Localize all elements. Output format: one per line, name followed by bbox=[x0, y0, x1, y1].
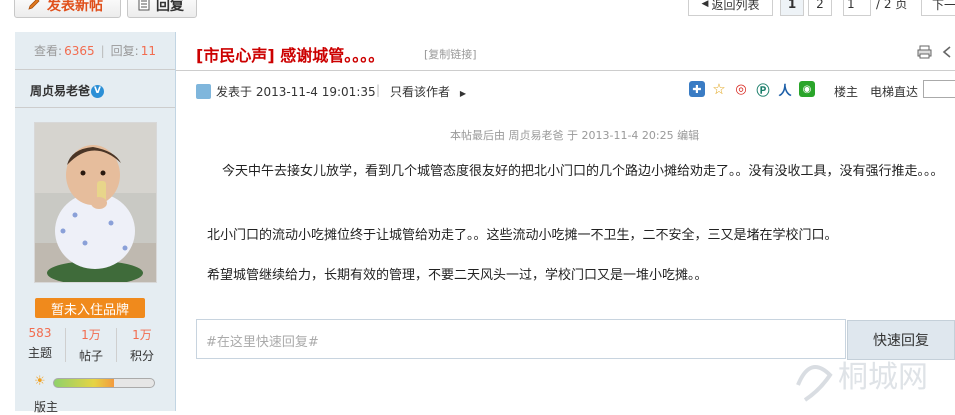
divider bbox=[176, 70, 955, 71]
verified-icon: V bbox=[91, 85, 105, 98]
post-paragraph: 今天中午去接女儿放学，看到几个城管态度很友好的把北小门口的几个路边小摊给劝走了。… bbox=[222, 164, 944, 179]
new-post-label: 发表新帖 bbox=[47, 0, 103, 14]
post-paragraph: 希望城管继续给力，长期有效的管理，不要二天风头一过，学校门口又是一堆小吃摊。。 bbox=[207, 268, 708, 283]
reply-button[interactable]: 回复 bbox=[127, 0, 197, 18]
quick-reply-input[interactable]: #在这里快速回复# bbox=[196, 319, 846, 359]
avatar-icon bbox=[35, 123, 156, 285]
renren-icon[interactable]: 人 bbox=[777, 81, 793, 99]
replies-count: 11 bbox=[140, 43, 156, 58]
wechat-icon[interactable]: ◉ bbox=[799, 81, 815, 97]
edit-note: 本帖最后由 周贞易老爸 于 2013-11-4 20:25 编辑 bbox=[450, 129, 700, 142]
elevator-input[interactable] bbox=[923, 80, 955, 98]
prev-icon[interactable] bbox=[940, 45, 954, 62]
quick-reply-placeholder: #在这里快速回复# bbox=[206, 335, 319, 350]
next-page-button[interactable]: 下一 bbox=[921, 0, 955, 16]
elevator-label: 电梯直达 bbox=[870, 85, 919, 99]
points-stat[interactable]: 1万 积分 bbox=[117, 326, 167, 364]
star-icon[interactable]: ☆ bbox=[711, 80, 727, 98]
divider bbox=[15, 69, 175, 70]
pencil-icon bbox=[27, 0, 41, 14]
views-count: 6365 bbox=[64, 43, 95, 58]
page-2-link[interactable]: 2 bbox=[808, 0, 832, 16]
post-paragraph: 北小门口的流动小吃摊位终于让城管给劝走了。。这些流动小吃摊一不卫生，二不安全，三… bbox=[207, 228, 838, 243]
back-arrow-icon: ◀ bbox=[701, 0, 709, 9]
page-1-link[interactable]: 1 bbox=[780, 0, 804, 16]
thread-stats: 查看: 6365 | 回复: 11 bbox=[34, 43, 156, 59]
avatar[interactable] bbox=[34, 122, 157, 285]
author-sidebar: 查看: 6365 | 回复: 11 周贞易老爸V 暂未入住品牌 583 主题 bbox=[15, 32, 176, 414]
weibo-icon[interactable]: ◎ bbox=[733, 81, 749, 97]
divider bbox=[15, 107, 175, 108]
watermark-logo: 桐城网 bbox=[790, 345, 955, 411]
pengyou-icon[interactable]: Ⓟ bbox=[755, 81, 771, 99]
page-jump-input[interactable]: 1 bbox=[843, 0, 871, 16]
author-stats: 583 主题 1万 帖子 1万 积分 bbox=[15, 326, 175, 364]
level-progress-bar bbox=[53, 378, 155, 388]
brand-badge[interactable]: 暂未入住品牌 bbox=[35, 298, 145, 318]
page-total: / 2 页 bbox=[876, 0, 908, 11]
user-rank: 版主 bbox=[34, 400, 59, 414]
sun-icon: ☀ bbox=[34, 374, 46, 389]
copy-link[interactable]: [复制链接] bbox=[424, 46, 477, 62]
post-title[interactable]: [市民心声] 感谢城管。。。。 bbox=[196, 42, 384, 66]
back-to-list-button[interactable]: ◀ 返回列表 bbox=[688, 0, 773, 16]
print-icon[interactable] bbox=[917, 45, 932, 62]
reply-icon bbox=[138, 0, 150, 14]
avatar-icon bbox=[196, 84, 211, 99]
new-post-button[interactable]: 发表新帖 bbox=[14, 0, 121, 18]
share-icons: ✚ ☆ ◎ Ⓟ 人 ◉ bbox=[689, 80, 815, 99]
reply-label: 回复 bbox=[156, 0, 184, 14]
posts-stat[interactable]: 1万 帖子 bbox=[66, 326, 116, 364]
back-label: 返回列表 bbox=[711, 0, 760, 12]
arrow-right-icon: ▶ bbox=[459, 89, 466, 98]
only-author-link[interactable]: 只看该作者 ▶ bbox=[390, 83, 466, 100]
author-name[interactable]: 周贞易老爸 V bbox=[30, 82, 105, 99]
share-add-icon[interactable]: ✚ bbox=[689, 81, 705, 97]
post-time: 发表于 2013-11-4 19:01:35 bbox=[216, 85, 376, 99]
topics-stat[interactable]: 583 主题 bbox=[15, 326, 65, 364]
floor-label: 楼主 bbox=[834, 85, 859, 99]
meta-separator: | bbox=[376, 83, 381, 97]
watermark-text: 桐城网 bbox=[838, 360, 928, 395]
